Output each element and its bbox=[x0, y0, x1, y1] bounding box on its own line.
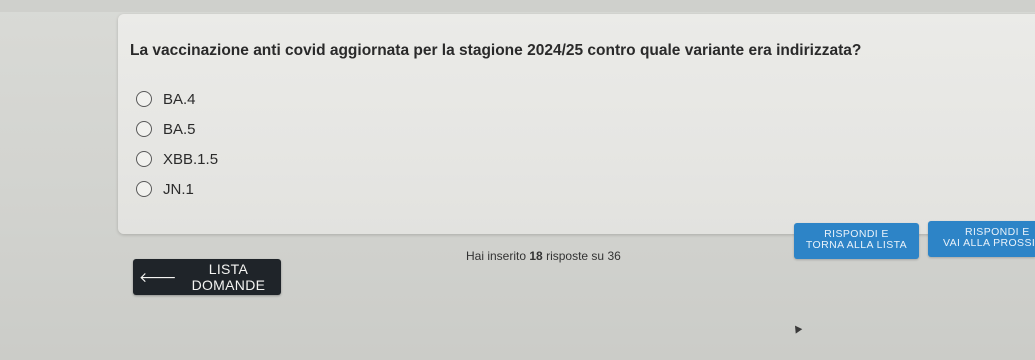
answer-and-next-button[interactable]: RISPONDI E VAI ALLA PROSSIMA bbox=[928, 221, 1035, 257]
total-count: 36 bbox=[607, 249, 621, 263]
option-label: BA.4 bbox=[163, 90, 196, 108]
answered-count: 18 bbox=[529, 249, 543, 263]
question-list-label: LISTA DOMANDE bbox=[191, 261, 266, 293]
progress-middle: risposte su bbox=[546, 249, 605, 263]
option-jn1[interactable]: JN.1 bbox=[136, 174, 218, 204]
answer-options: BA.4 BA.5 XBB.1.5 JN.1 bbox=[136, 84, 218, 204]
progress-prefix: Hai inserito bbox=[466, 249, 527, 263]
option-ba4[interactable]: BA.4 bbox=[136, 84, 218, 114]
mouse-cursor-icon bbox=[791, 323, 803, 334]
option-label: JN.1 bbox=[163, 180, 194, 198]
radio-button[interactable] bbox=[136, 91, 152, 107]
option-xbb15[interactable]: XBB.1.5 bbox=[136, 144, 218, 174]
option-label: XBB.1.5 bbox=[163, 150, 219, 168]
answer-next-line2: VAI ALLA PROSSIMA bbox=[943, 237, 1035, 249]
question-card: La vaccinazione anti covid aggiornata pe… bbox=[118, 14, 1035, 234]
answer-and-return-button[interactable]: RISPONDI E TORNA ALLA LISTA bbox=[794, 223, 919, 259]
answer-return-line2: TORNA ALLA LISTA bbox=[805, 239, 908, 251]
radio-button[interactable] bbox=[136, 181, 152, 197]
radio-button[interactable] bbox=[136, 121, 152, 137]
arrow-left-icon: 🡐 bbox=[139, 268, 177, 285]
top-strip bbox=[0, 0, 1035, 12]
question-text: La vaccinazione anti covid aggiornata pe… bbox=[130, 42, 862, 59]
question-list-button[interactable]: 🡐 LISTA DOMANDE bbox=[133, 259, 281, 295]
option-label: BA.5 bbox=[163, 120, 196, 138]
option-ba5[interactable]: BA.5 bbox=[136, 114, 218, 144]
radio-button[interactable] bbox=[136, 151, 152, 167]
progress-text: Hai inserito 18 risposte su 36 bbox=[466, 249, 621, 263]
